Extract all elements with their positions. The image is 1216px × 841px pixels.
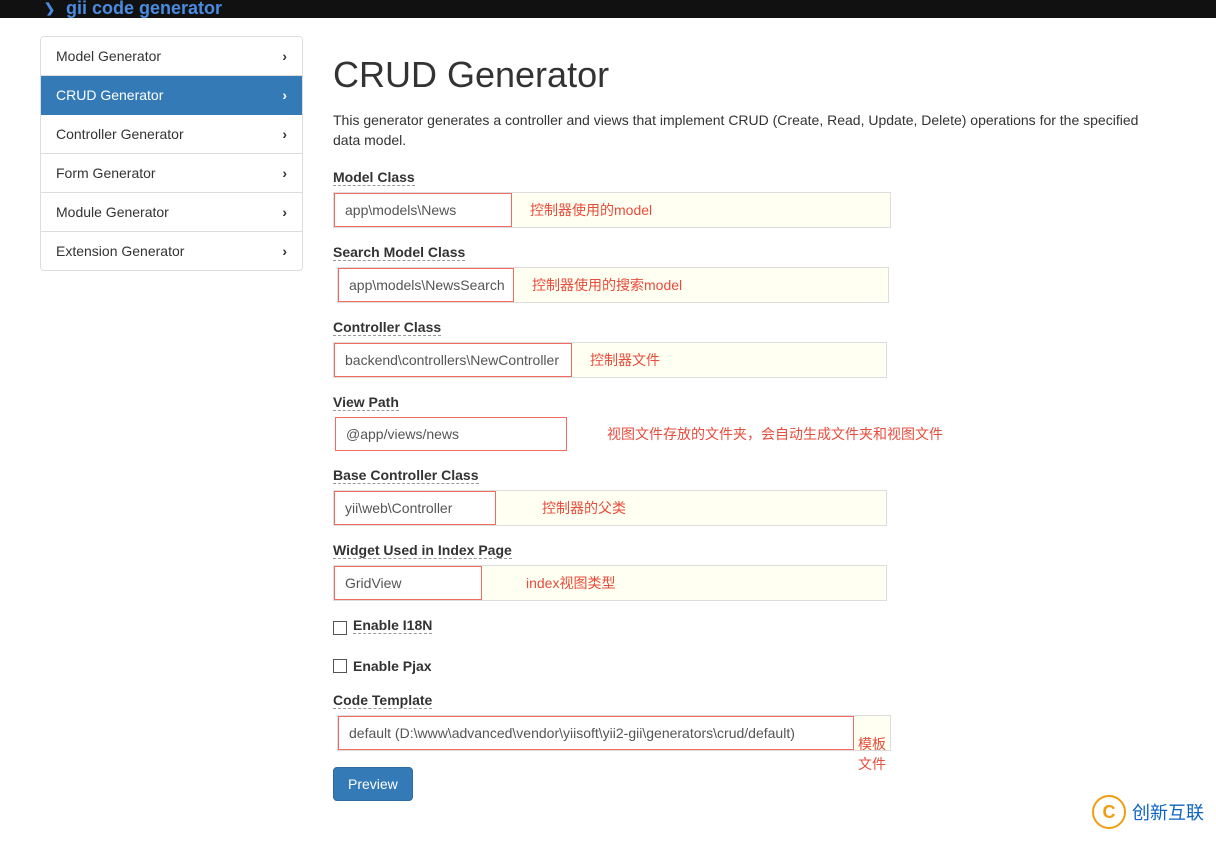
- watermark-text: 创新互联: [1132, 799, 1204, 825]
- label-model-class: Model Class: [333, 169, 415, 186]
- note-controller-class: 控制器文件: [590, 350, 660, 370]
- note-search-model-class: 控制器使用的搜索model: [532, 275, 682, 295]
- note-widget: index视图类型: [526, 573, 615, 593]
- field-widget: Widget Used in Index Page GridView index…: [333, 542, 1153, 601]
- page-description: This generator generates a controller an…: [333, 110, 1153, 151]
- main-container: Model Generator › CRUD Generator › Contr…: [0, 18, 1216, 841]
- preview-button[interactable]: Preview: [333, 767, 413, 801]
- note-code-template: 模板文件: [858, 734, 890, 774]
- label-controller-class: Controller Class: [333, 319, 441, 336]
- field-wrap: GridView index视图类型: [333, 565, 887, 601]
- generator-list: Model Generator › CRUD Generator › Contr…: [40, 36, 303, 271]
- sidebar-item-label: Model Generator: [56, 48, 161, 64]
- chevron-right-icon: ›: [282, 48, 287, 64]
- note-view-path: 视图文件存放的文件夹，会自动生成文件夹和视图文件: [607, 424, 943, 444]
- select-code-template[interactable]: default (D:\www\advanced\vendor\yiisoft\…: [338, 716, 854, 750]
- field-enable-pjax: Enable Pjax: [333, 658, 1153, 674]
- chevron-right-icon: ›: [282, 126, 287, 142]
- sidebar-item-label: Form Generator: [56, 165, 156, 181]
- sidebar-item-form-generator[interactable]: Form Generator ›: [41, 154, 302, 193]
- sidebar-item-label: Controller Generator: [56, 126, 184, 142]
- note-base-controller-class: 控制器的父类: [542, 498, 626, 518]
- brand-text: gii code generator: [66, 0, 222, 19]
- sidebar-item-module-generator[interactable]: Module Generator ›: [41, 193, 302, 232]
- chevron-right-icon: ›: [282, 243, 287, 259]
- input-view-path[interactable]: @app/views/news: [335, 417, 567, 451]
- label-view-path: View Path: [333, 394, 399, 411]
- label-enable-i18n: Enable I18N: [353, 617, 432, 634]
- chevron-right-icon: ›: [282, 87, 287, 103]
- chevron-right-icon: ›: [282, 165, 287, 181]
- brand-logo: gii code generator: [42, 0, 222, 19]
- note-model-class: 控制器使用的model: [530, 200, 652, 220]
- sidebar-item-label: Module Generator: [56, 204, 169, 220]
- input-model-class[interactable]: app\models\News: [334, 193, 512, 227]
- sidebar-item-model-generator[interactable]: Model Generator ›: [41, 37, 302, 76]
- label-code-template: Code Template: [333, 692, 432, 709]
- sidebar-item-crud-generator[interactable]: CRUD Generator ›: [41, 76, 302, 115]
- input-base-controller-class[interactable]: yii\web\Controller: [334, 491, 496, 525]
- watermark-icon: C: [1092, 795, 1126, 829]
- sidebar-item-extension-generator[interactable]: Extension Generator ›: [41, 232, 302, 270]
- label-enable-pjax: Enable Pjax: [353, 658, 432, 674]
- input-search-model-class[interactable]: app\models\NewsSearch: [338, 268, 514, 302]
- field-wrap: yii\web\Controller 控制器的父类: [333, 490, 887, 526]
- field-model-class: Model Class app\models\News 控制器使用的model: [333, 169, 1153, 228]
- sidebar-item-label: CRUD Generator: [56, 87, 163, 103]
- field-wrap: default (D:\www\advanced\vendor\yiisoft\…: [337, 715, 891, 751]
- field-enable-i18n: Enable I18N: [333, 617, 1153, 640]
- checkbox-enable-i18n[interactable]: [333, 621, 347, 635]
- label-base-controller-class: Base Controller Class: [333, 467, 479, 484]
- field-search-model-class: Search Model Class app\models\NewsSearch…: [333, 244, 1153, 303]
- label-search-model-class: Search Model Class: [333, 244, 465, 261]
- sidebar: Model Generator › CRUD Generator › Contr…: [40, 36, 303, 801]
- gii-logo-icon: [42, 0, 62, 19]
- watermark: C 创新互联: [1080, 789, 1216, 835]
- select-widget[interactable]: GridView: [334, 566, 482, 600]
- field-code-template: Code Template default (D:\www\advanced\v…: [333, 692, 1153, 751]
- field-row: @app/views/news 视图文件存放的文件夹，会自动生成文件夹和视图文件: [333, 417, 1153, 451]
- main-content: CRUD Generator This generator generates …: [333, 36, 1153, 801]
- field-wrap: app\models\News 控制器使用的model: [333, 192, 891, 228]
- label-widget: Widget Used in Index Page: [333, 542, 512, 559]
- field-wrap: app\models\NewsSearch 控制器使用的搜索model: [337, 267, 889, 303]
- field-view-path: View Path @app/views/news 视图文件存放的文件夹，会自动…: [333, 394, 1153, 451]
- checkbox-enable-pjax[interactable]: [333, 659, 347, 673]
- page-title: CRUD Generator: [333, 54, 1153, 96]
- chevron-right-icon: ›: [282, 204, 287, 220]
- sidebar-item-controller-generator[interactable]: Controller Generator ›: [41, 115, 302, 154]
- sidebar-item-label: Extension Generator: [56, 243, 184, 259]
- field-wrap: backend\controllers\NewController 控制器文件: [333, 342, 887, 378]
- field-base-controller-class: Base Controller Class yii\web\Controller…: [333, 467, 1153, 526]
- input-controller-class[interactable]: backend\controllers\NewController: [334, 343, 572, 377]
- field-controller-class: Controller Class backend\controllers\New…: [333, 319, 1153, 378]
